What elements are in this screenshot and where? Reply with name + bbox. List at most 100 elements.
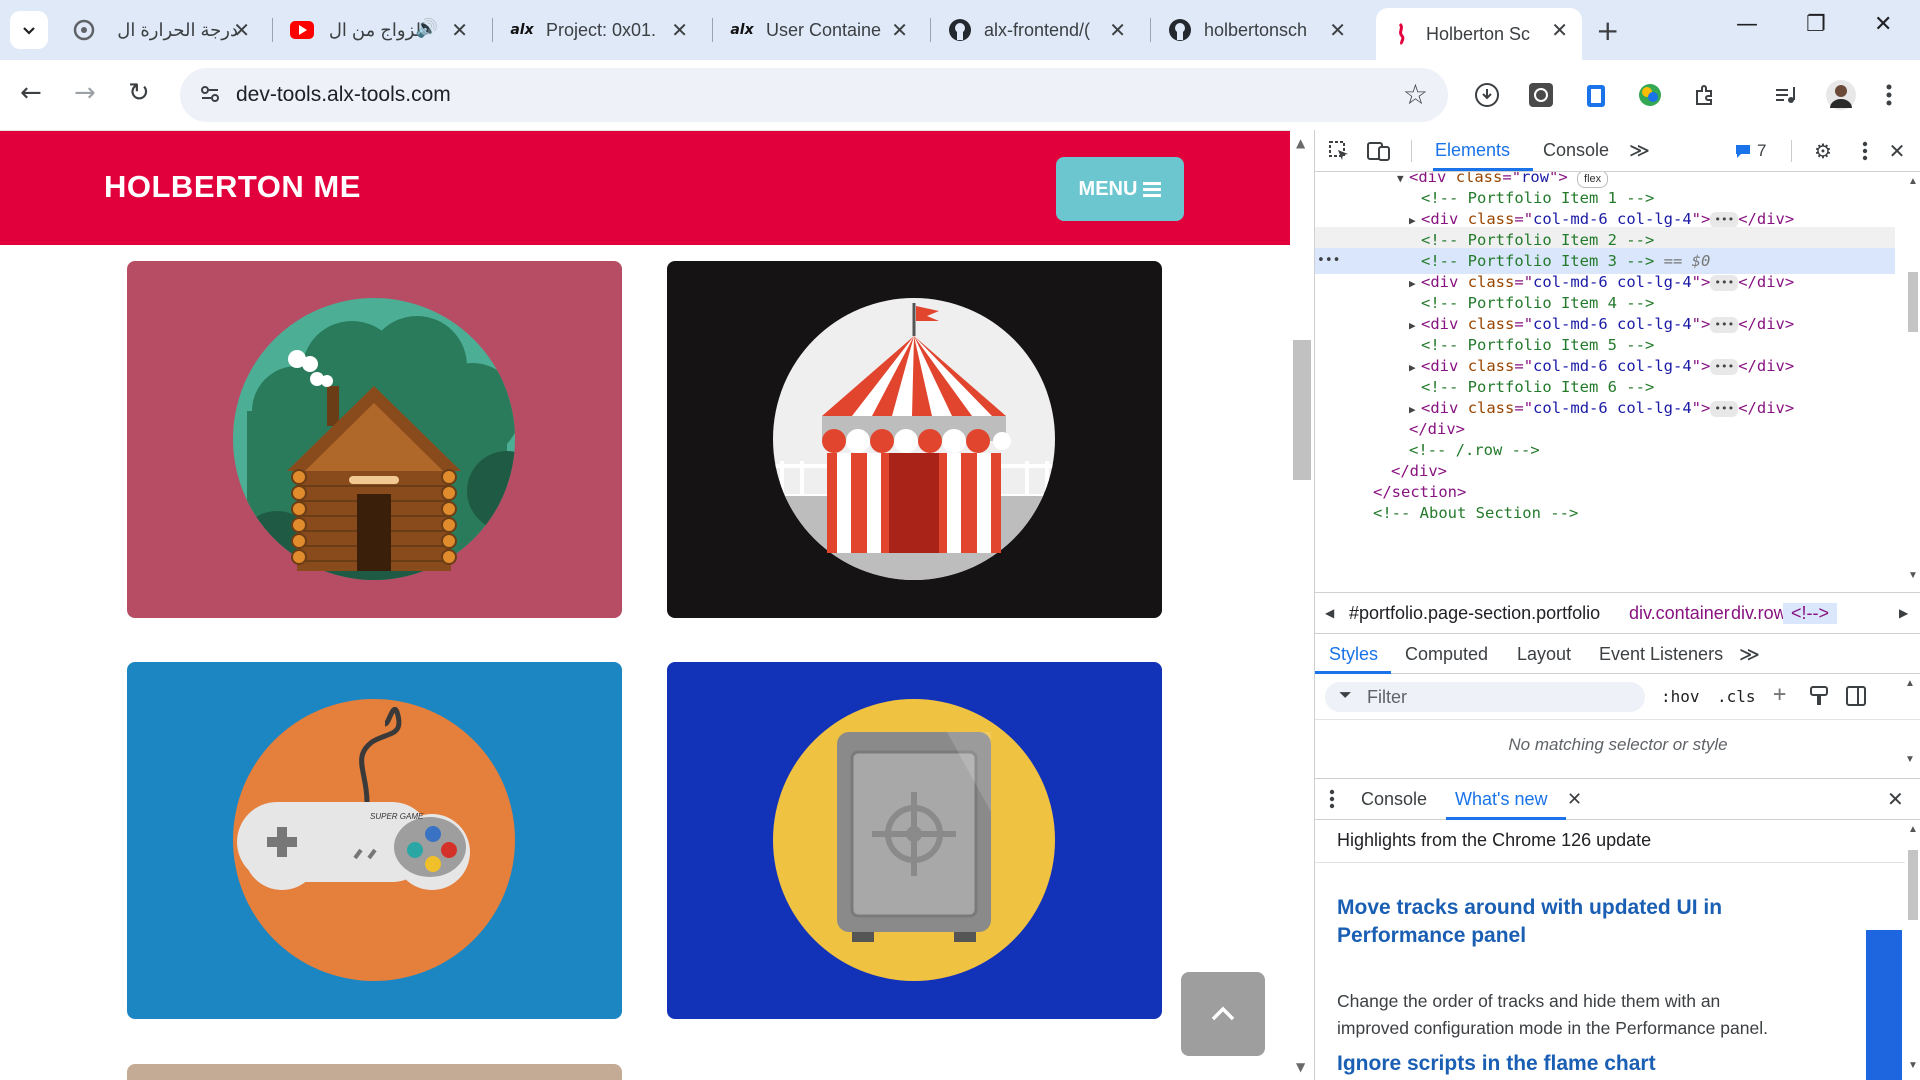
drawer-menu-kebab-icon[interactable] (1329, 789, 1335, 814)
scroll-up-arrow-icon[interactable]: ▲ (1296, 136, 1305, 150)
tab-event-listeners[interactable]: Event Listeners (1599, 644, 1723, 665)
issues-counter[interactable]: 7 (1735, 139, 1785, 163)
site-settings-icon[interactable] (198, 82, 222, 110)
message-icon (1736, 145, 1750, 158)
tab-5[interactable]: alx-frontend/( ✕ (934, 8, 1140, 52)
devtools-kebab-icon[interactable] (1853, 139, 1877, 163)
styles-tabbar: Styles Computed Layout Event Listeners ≫ (1315, 634, 1920, 674)
close-icon[interactable]: ✕ (891, 18, 908, 42)
site-brand[interactable]: HOLBERTON ME (104, 169, 361, 205)
close-icon[interactable]: ✕ (1329, 18, 1346, 42)
tab-elements[interactable]: Elements (1435, 140, 1510, 161)
ellipsis-badge[interactable]: ••• (1710, 316, 1739, 333)
breadcrumb-right-arrow-icon[interactable]: ▶ (1899, 606, 1908, 620)
close-icon[interactable]: ✕ (233, 18, 250, 42)
tab-3[interactable]: alx Project: 0x01. ✕ (496, 8, 702, 52)
ellipsis-badge[interactable]: ••• (1710, 274, 1739, 291)
more-tabs-chevron-icon[interactable]: ≫ (1629, 138, 1650, 163)
tab-1[interactable]: درجة الحرارة ال ✕ (58, 8, 264, 52)
dom-scrollbar-thumb[interactable] (1908, 272, 1918, 332)
whats-new-thumbnail[interactable] (1866, 930, 1902, 1080)
speaker-icon[interactable]: 🔊 (416, 18, 438, 39)
scroll-down-arrow-icon[interactable]: ▼ (1296, 1060, 1305, 1074)
whats-new-headline-link[interactable]: Ignore scripts in the flame chart (1337, 1050, 1737, 1078)
drawer-close-icon[interactable]: ✕ (1887, 787, 1904, 812)
menu-button[interactable]: MENU (1056, 157, 1184, 221)
hov-toggle[interactable]: :hov (1661, 687, 1700, 706)
kebab-menu-icon[interactable] (1876, 82, 1902, 108)
close-icon[interactable]: ✕ (671, 18, 688, 42)
portfolio-item-circus[interactable] (667, 261, 1162, 618)
drawer-tab-console[interactable]: Console (1361, 789, 1427, 810)
scroll-up-arrow-icon[interactable]: ▲ (1908, 824, 1918, 835)
ellipsis-badge[interactable]: ••• (1710, 211, 1739, 228)
tab-4[interactable]: alx User Containe ✕ (716, 8, 922, 52)
back-arrow-icon[interactable]: ← (20, 78, 42, 108)
portfolio-item-cabin[interactable] (127, 261, 622, 618)
dom-comment-row[interactable]: <!-- About Section --> (1315, 500, 1895, 526)
scroll-to-top-button[interactable] (1181, 972, 1265, 1056)
minimize-icon[interactable]: — (1736, 12, 1758, 37)
dom-scrollbar[interactable]: ▲ ▼ (1905, 172, 1920, 592)
forward-arrow-icon[interactable]: → (74, 78, 96, 108)
close-tab-icon[interactable]: ✕ (1567, 789, 1582, 810)
page-scrollbar[interactable]: ▲ ▼ (1290, 130, 1314, 1080)
tab-console[interactable]: Console (1543, 140, 1609, 161)
whats-new-scrollbar-thumb[interactable] (1908, 850, 1918, 920)
close-icon[interactable]: ✕ (1109, 18, 1126, 42)
tab-layout[interactable]: Layout (1517, 644, 1571, 665)
drawer-tab-whats-new[interactable]: What's new (1455, 789, 1547, 810)
colorful-extension-icon[interactable] (1637, 82, 1663, 108)
breadcrumb-item-selected[interactable]: <!--> (1783, 603, 1838, 624)
restore-icon[interactable]: ❐ (1806, 12, 1826, 37)
new-tab-plus-icon[interactable]: + (1596, 14, 1619, 47)
close-icon[interactable]: ✕ (451, 18, 468, 42)
breadcrumb-item[interactable]: div.container (1629, 603, 1730, 624)
scroll-down-arrow-icon[interactable]: ▼ (1905, 754, 1915, 765)
cls-toggle[interactable]: .cls (1717, 687, 1756, 706)
bookmark-star-icon[interactable]: ☆ (1403, 78, 1428, 111)
more-tabs-chevron-icon[interactable]: ≫ (1739, 642, 1760, 667)
tab-7-active[interactable]: Holberton Sc ✕ (1376, 8, 1582, 60)
tab-title: holbertonsch (1204, 19, 1308, 40)
tab-computed[interactable]: Computed (1405, 644, 1488, 665)
styles-filter-input[interactable]: ⏷ Filter (1325, 682, 1645, 712)
profile-avatar[interactable] (1826, 80, 1856, 110)
breadcrumb-item[interactable]: #portfolio.page-section.portfolio (1349, 603, 1600, 624)
window-close-icon[interactable]: ✕ (1874, 12, 1892, 37)
device-toolbar-icon[interactable] (1367, 139, 1391, 163)
tab-styles[interactable]: Styles (1329, 644, 1378, 665)
reload-icon[interactable]: ↻ (128, 78, 150, 108)
portfolio-item-game[interactable]: SUPER GAME (127, 662, 622, 1019)
whats-new-headline-link[interactable]: Move tracks around with updated UI in Pe… (1337, 894, 1737, 950)
scroll-down-arrow-icon[interactable]: ▼ (1908, 570, 1918, 581)
clipboard-extension-icon[interactable] (1583, 82, 1609, 108)
whats-new-scrollbar[interactable]: ▲ ▼ (1905, 820, 1920, 1080)
breadcrumb-item[interactable]: div.row (1731, 603, 1787, 624)
grammarly-icon[interactable] (1528, 82, 1554, 108)
settings-gear-icon[interactable]: ⚙ (1811, 139, 1835, 163)
media-control-icon[interactable] (1772, 82, 1798, 108)
download-icon[interactable] (1474, 82, 1500, 108)
scroll-down-arrow-icon[interactable]: ▼ (1908, 1060, 1918, 1071)
dom-tree: ▼ <div class="row"> flex <!-- Portfolio I… (1315, 172, 1905, 592)
inspect-element-icon[interactable] (1327, 139, 1351, 163)
extensions-puzzle-icon[interactable] (1692, 82, 1718, 108)
new-style-rule-plus-icon[interactable]: + (1773, 682, 1786, 707)
scroll-up-arrow-icon[interactable]: ▲ (1908, 176, 1918, 187)
tab-6[interactable]: holbertonsch ✕ (1154, 8, 1360, 52)
devtools-close-icon[interactable]: ✕ (1885, 139, 1909, 163)
close-icon[interactable]: ✕ (1551, 18, 1568, 42)
ellipsis-badge[interactable]: ••• (1710, 400, 1739, 417)
scroll-up-arrow-icon[interactable]: ▲ (1905, 678, 1915, 689)
tab-2[interactable]: الزواج من ال 🔊 ✕ (276, 8, 482, 52)
address-bar[interactable]: dev-tools.alx-tools.com ☆ (180, 68, 1448, 122)
ellipsis-badge[interactable]: ••• (1710, 358, 1739, 375)
paint-brush-icon[interactable] (1809, 685, 1829, 711)
portfolio-item-partial[interactable] (127, 1064, 622, 1080)
breadcrumb-left-arrow-icon[interactable]: ◀ (1325, 606, 1334, 620)
page-scrollbar-thumb[interactable] (1293, 340, 1311, 480)
portfolio-item-safe[interactable] (667, 662, 1162, 1019)
toggle-sidebar-icon[interactable] (1845, 685, 1867, 711)
tab-search-button[interactable] (10, 11, 48, 49)
